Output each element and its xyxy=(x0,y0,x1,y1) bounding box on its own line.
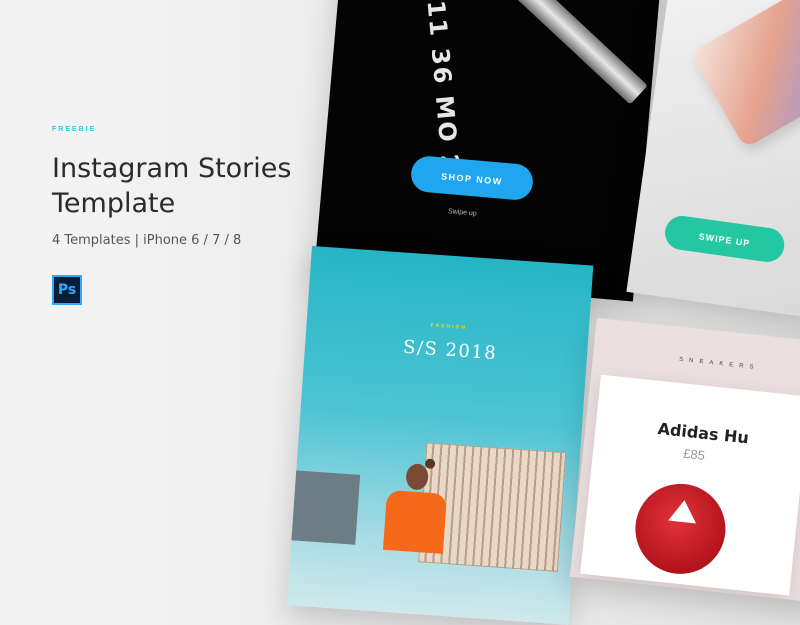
swipe-up-text: Swipe up xyxy=(447,208,477,218)
fashion-tag: FASHION xyxy=(430,322,468,331)
title-line-2: Template xyxy=(52,188,176,219)
watch-band-image xyxy=(513,0,648,105)
product-price: £85 xyxy=(682,445,706,463)
fashion-title: S/S 2018 xyxy=(402,336,498,365)
hero-text-block: FREEBIE Instagram Stories Template 4 Tem… xyxy=(52,126,352,248)
swipe-up-button[interactable]: SWIPE UP xyxy=(662,213,787,265)
story-card-sneaker: SNEAKERS Adidas Hu £85 xyxy=(569,318,800,603)
background-building-image xyxy=(286,469,361,545)
sneakers-heading: SNEAKERS xyxy=(678,356,760,372)
adidas-logo-icon xyxy=(668,498,699,524)
laptop-image xyxy=(690,0,800,149)
page-title: Instagram Stories Template xyxy=(52,151,352,221)
photoshop-icon: Ps xyxy=(52,275,82,305)
mockup-stage: 11 36 MO 21 SHOP NOW Swipe up £ SWIPE UP… xyxy=(0,0,800,625)
product-panel: Adidas Hu £85 xyxy=(580,374,800,596)
model-body-image xyxy=(382,489,448,554)
freebie-tag: FREEBIE xyxy=(52,126,97,133)
subtitle: 4 Templates | iPhone 6 / 7 / 8 xyxy=(52,233,242,248)
product-name: Adidas Hu xyxy=(656,419,750,448)
shop-now-button[interactable]: SHOP NOW xyxy=(409,154,535,202)
story-card-fashion: FASHION S/S 2018 xyxy=(286,246,594,625)
title-line-1: Instagram Stories xyxy=(52,153,292,184)
sneaker-image xyxy=(630,479,730,579)
